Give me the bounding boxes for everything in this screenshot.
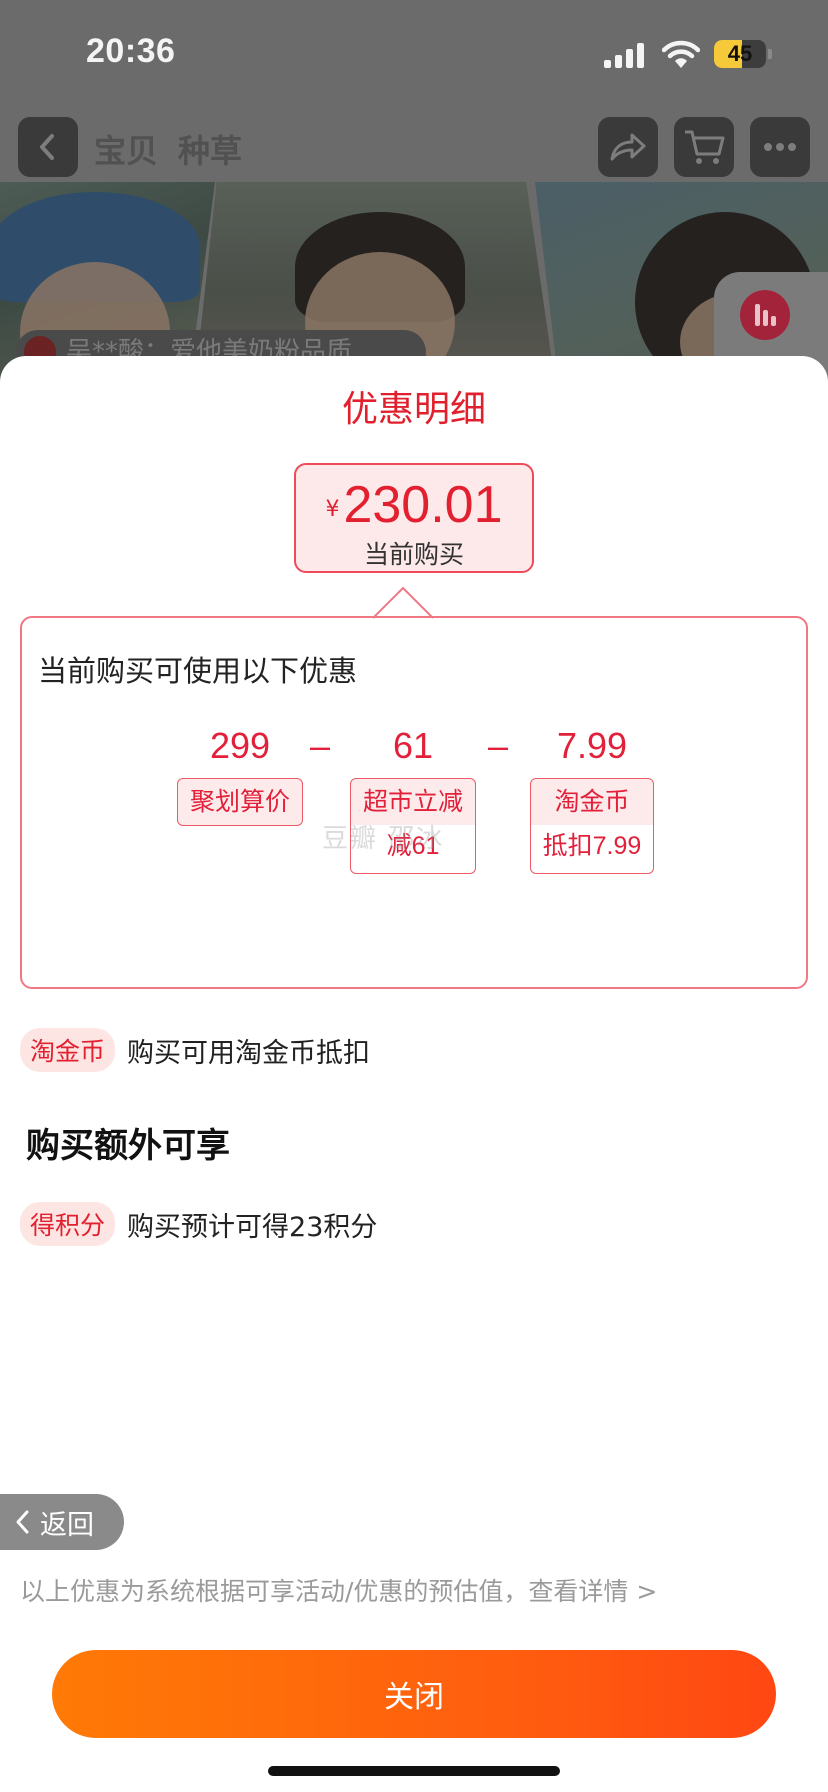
breakdown-heading: 当前购买可使用以下优惠 (38, 654, 358, 688)
discount-detail-sheet: 优惠明细 ¥230.01 当前购买 当前购买可使用以下优惠 299 聚划算价 –… (0, 356, 828, 1792)
cart-icon (685, 130, 725, 164)
watermark: 豆瓣 邵冰 (322, 824, 445, 854)
item-tag-label: 淘金币 (554, 787, 630, 816)
tab-seeding[interactable]: 种草 (178, 126, 242, 172)
tab-product[interactable]: 宝贝 (94, 126, 158, 172)
close-button[interactable]: 关闭 (52, 1650, 776, 1738)
item-value: 7.99 (556, 725, 628, 766)
home-indicator (268, 1766, 560, 1776)
extra-benefits-title: 购买额外可享 (26, 1126, 230, 1166)
item-tag-detail: 抵扣7.99 (530, 825, 654, 873)
bar-chart-icon (740, 290, 790, 340)
wifi-icon (661, 40, 701, 70)
disclaimer-link[interactable]: 以上优惠为系统根据可享活动/优惠的预估值，查看详情 > (20, 1572, 657, 1608)
coin-deduct-row: 淘金币 购买可用淘金币抵扣 (20, 1028, 371, 1072)
item-value: 299 (209, 725, 271, 766)
cart-button[interactable] (674, 117, 734, 177)
more-button[interactable] (750, 117, 810, 177)
price-amount: 230.01 (343, 476, 503, 534)
item-tag-label: 聚划算价 (189, 787, 290, 816)
coin-row-text: 购买可用淘金币抵扣 (127, 1037, 371, 1069)
product-top-bar: 宝贝 种草 (0, 112, 828, 182)
discount-breakdown-box: 当前购买可使用以下优惠 299 聚划算价 – 61 超市立减 减61 – 7.9… (20, 616, 808, 989)
cellular-signal-icon (604, 42, 646, 68)
points-row-text: 购买预计可得23积分 (127, 1211, 378, 1243)
coin-badge: 淘金币 (20, 1028, 116, 1072)
chevron-left-icon (40, 134, 54, 160)
return-label: 返回 (40, 1509, 94, 1541)
item-tag: 聚划算价 (176, 778, 303, 826)
breakdown-item-juhuasuan: 299 聚划算价 (170, 724, 310, 826)
minus-operator: – (488, 725, 509, 766)
callout-pointer (373, 586, 433, 619)
item-value: 61 (392, 725, 434, 766)
status-time: 20:36 (86, 32, 176, 70)
price-label: 当前购买 (363, 540, 464, 569)
battery-icon: 45 (714, 40, 772, 68)
points-row: 得积分 购买预计可得23积分 (20, 1202, 378, 1246)
sheet-title: 优惠明细 (341, 389, 486, 430)
points-badge: 得积分 (20, 1202, 116, 1246)
breakdown-item-taojinbi: 7.99 淘金币 抵扣7.99 (522, 724, 662, 874)
back-button[interactable] (18, 117, 78, 177)
item-tag: 淘金币 抵扣7.99 (529, 778, 655, 874)
more-dots-icon (764, 143, 796, 151)
minus-operator: – (310, 725, 331, 766)
chevron-left-icon (16, 1510, 29, 1534)
battery-level: 45 (727, 41, 753, 66)
share-icon (610, 133, 646, 161)
current-price-box: ¥230.01 当前购买 (294, 463, 534, 573)
product-page-background: 20:36 45 宝贝 种草 吴**酸：爱他美奶粉品质 (0, 0, 828, 380)
status-bar: 20:36 45 (0, 0, 828, 100)
return-button[interactable]: 返回 (0, 1494, 124, 1550)
share-button[interactable] (598, 117, 658, 177)
currency-symbol: ¥ (325, 497, 340, 522)
